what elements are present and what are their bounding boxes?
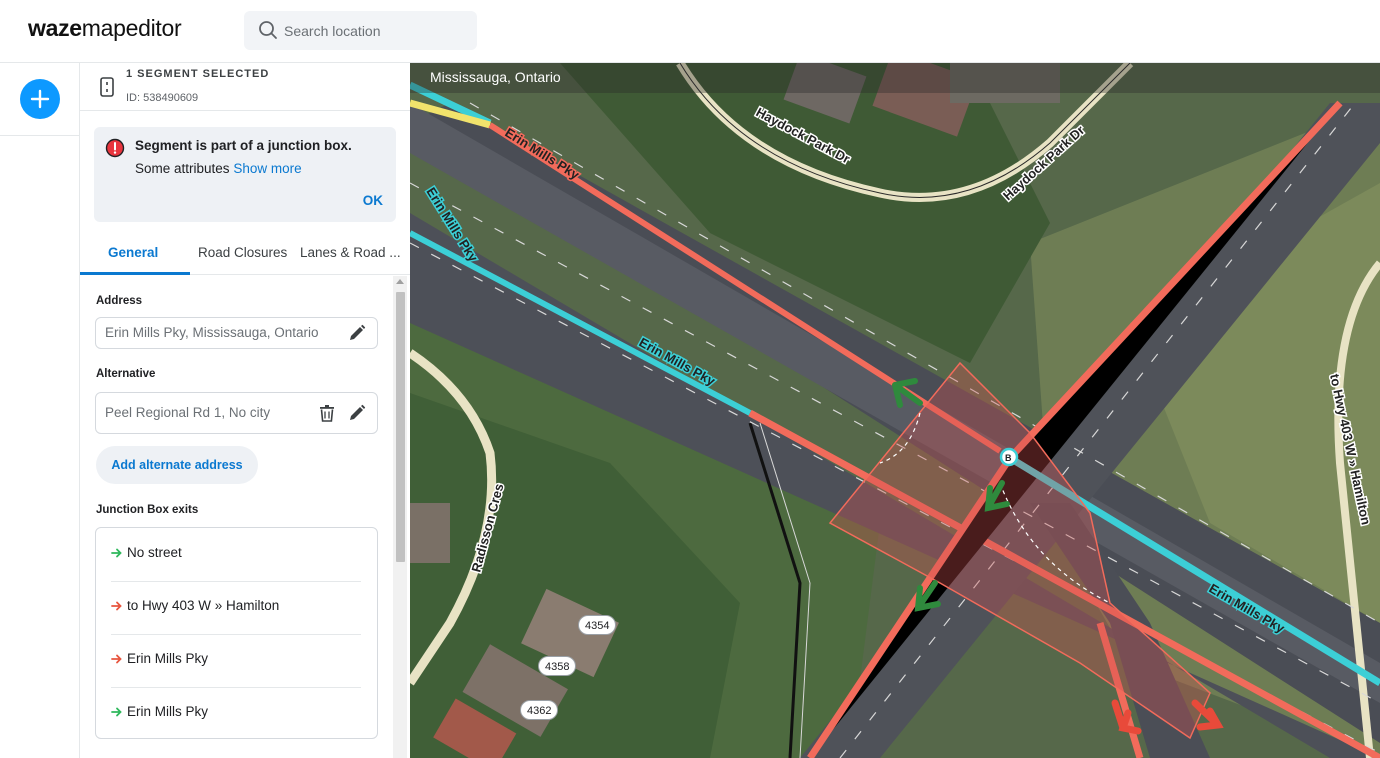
map-drawing[interactable]: Haydock Park Dr Haydock Park Dr Erin Mil… xyxy=(410,63,1380,758)
junction-node-label[interactable]: B xyxy=(1005,453,1012,463)
exit-item[interactable]: Erin Mills Pky xyxy=(111,634,361,687)
exit-item[interactable]: No street xyxy=(111,528,361,581)
error-icon xyxy=(105,138,125,158)
search-box[interactable] xyxy=(244,11,477,50)
exit-name: Erin Mills Pky xyxy=(127,704,209,719)
junction-exits-list: No street to Hwy 403 W » Hamilton Erin M… xyxy=(95,527,378,739)
junction-exits-label: Junction Box exits xyxy=(96,504,199,516)
map-canvas[interactable]: Haydock Park Dr Haydock Park Dr Erin Mil… xyxy=(410,63,1380,758)
tab-general[interactable]: General xyxy=(108,245,158,260)
junction-box-alert: Segment is part of a junction box. Some … xyxy=(94,127,396,222)
exit-name: to Hwy 403 W » Hamilton xyxy=(127,598,280,613)
plus-icon xyxy=(30,89,50,109)
edit-address-icon[interactable] xyxy=(348,324,366,342)
exit-restricted-arrow-icon xyxy=(111,601,122,611)
alert-title: Segment is part of a junction box. xyxy=(135,138,352,153)
alert-ok-button[interactable]: OK xyxy=(363,193,383,208)
scroll-up-arrow-icon[interactable] xyxy=(396,279,404,284)
left-rail xyxy=(0,63,80,758)
exit-name: No street xyxy=(127,545,182,560)
show-more-link[interactable]: Show more xyxy=(233,161,301,176)
alternative-field[interactable]: Peel Regional Rd 1, No city xyxy=(95,392,378,434)
edit-alternative-icon[interactable] xyxy=(348,404,366,422)
alternative-value: Peel Regional Rd 1, No city xyxy=(105,405,271,420)
house-number[interactable]: 4354 xyxy=(578,615,617,635)
active-tab-indicator xyxy=(80,272,190,275)
alternative-label: Alternative xyxy=(96,368,156,380)
city-bar: Mississauga, Ontario xyxy=(410,63,1380,93)
tab-road-closures[interactable]: Road Closures xyxy=(198,245,287,260)
address-value: Erin Mills Pky, Mississauga, Ontario xyxy=(105,325,319,340)
house-number[interactable]: 4362 xyxy=(520,700,559,720)
address-field[interactable]: Erin Mills Pky, Mississauga, Ontario xyxy=(95,317,378,349)
address-label: Address xyxy=(96,295,143,307)
segment-header: 1 SEGMENT SELECTED ID: 538490609 xyxy=(80,63,410,111)
map-city-name: Mississauga, Ontario xyxy=(430,69,561,85)
waze-logo[interactable]: wazemapeditor xyxy=(28,15,182,42)
exit-allowed-arrow-icon xyxy=(111,707,122,717)
search-input[interactable] xyxy=(284,11,464,50)
segment-icon xyxy=(100,77,114,97)
add-feature-button[interactable] xyxy=(20,79,60,119)
panel-content[interactable]: Address Erin Mills Pky, Mississauga, Ont… xyxy=(80,276,410,758)
side-panel: 1 SEGMENT SELECTED ID: 538490609 Segment… xyxy=(80,63,410,758)
segment-selected-title: 1 SEGMENT SELECTED xyxy=(126,68,270,80)
exit-restricted-arrow-icon xyxy=(111,654,122,664)
top-bar: wazemapeditor xyxy=(0,0,1380,63)
alert-body: Some attributes Show more xyxy=(135,161,302,176)
tab-lanes[interactable]: Lanes & Road ... xyxy=(300,245,401,260)
add-alternate-address-button[interactable]: Add alternate address xyxy=(96,446,258,484)
exit-allowed-arrow-icon xyxy=(111,548,122,558)
panel-tabs: General Road Closures Lanes & Road ... xyxy=(80,233,410,275)
exit-name: Erin Mills Pky xyxy=(127,651,209,666)
exit-item[interactable]: to Hwy 403 W » Hamilton xyxy=(111,581,361,634)
search-icon xyxy=(259,21,277,39)
segment-id: ID: 538490609 xyxy=(126,92,199,104)
house-number[interactable]: 4358 xyxy=(538,656,577,676)
trash-icon[interactable] xyxy=(318,404,336,422)
rail-divider xyxy=(0,135,80,136)
panel-scrollbar-thumb[interactable] xyxy=(396,292,405,562)
exit-item[interactable]: Erin Mills Pky xyxy=(111,687,361,740)
